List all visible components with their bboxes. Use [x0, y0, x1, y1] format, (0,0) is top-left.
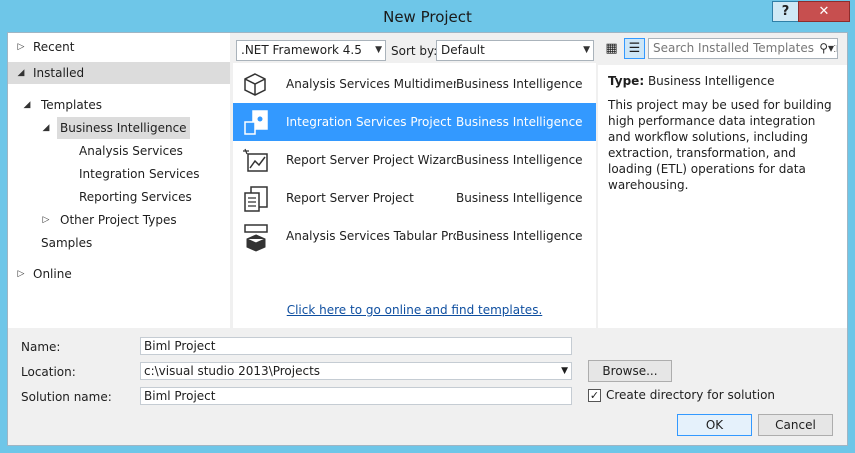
template-item[interactable]: Analysis Services Tabular Project Busine…	[233, 217, 596, 255]
dialog-client: ▷ Recent ◢ Installed ◢ Templates ◢ Busin…	[7, 32, 848, 446]
cancel-button[interactable]: Cancel	[758, 414, 833, 436]
template-item[interactable]: Report Server Project Wizard Business In…	[233, 141, 596, 179]
chevron-down-icon: ▼	[583, 45, 590, 55]
type-value: Business Intelligence	[647, 74, 775, 88]
small-icons-view-button[interactable]: ▦	[601, 38, 622, 59]
template-item[interactable]: Report Server Project Business Intellige…	[233, 179, 596, 217]
title-bar: New Project ? ✕	[0, 0, 855, 32]
template-item[interactable]: Analysis Services Multidimensional and D…	[233, 65, 596, 103]
tree-item-other-project-types[interactable]: ▷ Other Project Types	[8, 209, 230, 231]
framework-dropdown[interactable]: .NET Framework 4.5 ▼	[236, 40, 386, 61]
list-icon: ☰	[628, 41, 641, 56]
chevron-right-icon[interactable]: ▷	[16, 263, 26, 285]
grid-icon: ▦	[605, 41, 618, 56]
solution-name-label: Solution name:	[21, 390, 112, 404]
close-button[interactable]: ✕	[798, 1, 850, 22]
name-field[interactable]: Biml Project	[140, 337, 572, 355]
location-field[interactable]: c:\visual studio 2013\Projects ▼	[140, 362, 572, 380]
description-panel: Type: Business Intelligence This project…	[598, 65, 847, 328]
report-icon	[244, 186, 268, 212]
template-item[interactable]: Integration Services Project Business In…	[233, 103, 596, 141]
integration-icon	[244, 110, 268, 135]
chevron-down-icon[interactable]: ◢	[22, 94, 32, 116]
location-label: Location:	[21, 365, 76, 379]
create-directory-label: Create directory for solution	[606, 388, 776, 402]
cube-icon	[244, 73, 266, 96]
solution-name-field[interactable]: Biml Project	[140, 387, 572, 405]
chevron-right-icon[interactable]: ▷	[41, 209, 51, 231]
search-input[interactable]: Search Installed Templates (Ctrl+E) ⚲▾	[648, 38, 838, 59]
chevron-down-icon[interactable]: ◢	[16, 62, 26, 84]
description-text: This project may be used for building hi…	[608, 98, 832, 192]
create-directory-checkbox[interactable]: ✓	[588, 389, 601, 402]
tree-item-integration-services[interactable]: Integration Services	[8, 163, 230, 185]
list-view-button[interactable]: ☰	[624, 38, 645, 59]
tree-item-samples[interactable]: Samples	[8, 232, 230, 254]
chevron-down-icon[interactable]: ▼	[561, 363, 568, 379]
window-title: New Project	[383, 8, 472, 26]
tree-item-templates[interactable]: ◢ Templates	[8, 94, 230, 116]
report-wizard-icon	[243, 148, 268, 172]
tree-item-analysis-services[interactable]: Analysis Services	[8, 140, 230, 162]
sort-dropdown[interactable]: Default ▼	[436, 40, 594, 61]
chevron-down-icon[interactable]: ◢	[41, 117, 51, 139]
tree-item-recent[interactable]: ▷ Recent	[8, 36, 230, 58]
template-toolbar: .NET Framework 4.5 ▼ Sort by: Default ▼ …	[233, 33, 847, 63]
sort-label: Sort by:	[391, 44, 438, 58]
chevron-down-icon: ▼	[375, 45, 382, 55]
help-button[interactable]: ?	[772, 1, 799, 22]
search-icon[interactable]: ⚲▾	[817, 39, 834, 58]
online-templates-link[interactable]: Click here to go online and find templat…	[233, 303, 596, 317]
tabular-icon	[244, 224, 268, 252]
name-label: Name:	[21, 340, 61, 354]
tree-item-business-intelligence[interactable]: ◢ Business Intelligence	[8, 117, 230, 139]
ok-button[interactable]: OK	[677, 414, 752, 436]
type-label: Type:	[608, 74, 645, 88]
tree-item-online[interactable]: ▷ Online	[8, 263, 230, 285]
template-tree: ▷ Recent ◢ Installed ◢ Templates ◢ Busin…	[8, 33, 230, 328]
tree-item-reporting-services[interactable]: Reporting Services	[8, 186, 230, 208]
browse-button[interactable]: Browse...	[588, 360, 672, 382]
chevron-right-icon[interactable]: ▷	[16, 36, 26, 58]
tree-item-installed[interactable]: ◢ Installed	[8, 62, 230, 84]
